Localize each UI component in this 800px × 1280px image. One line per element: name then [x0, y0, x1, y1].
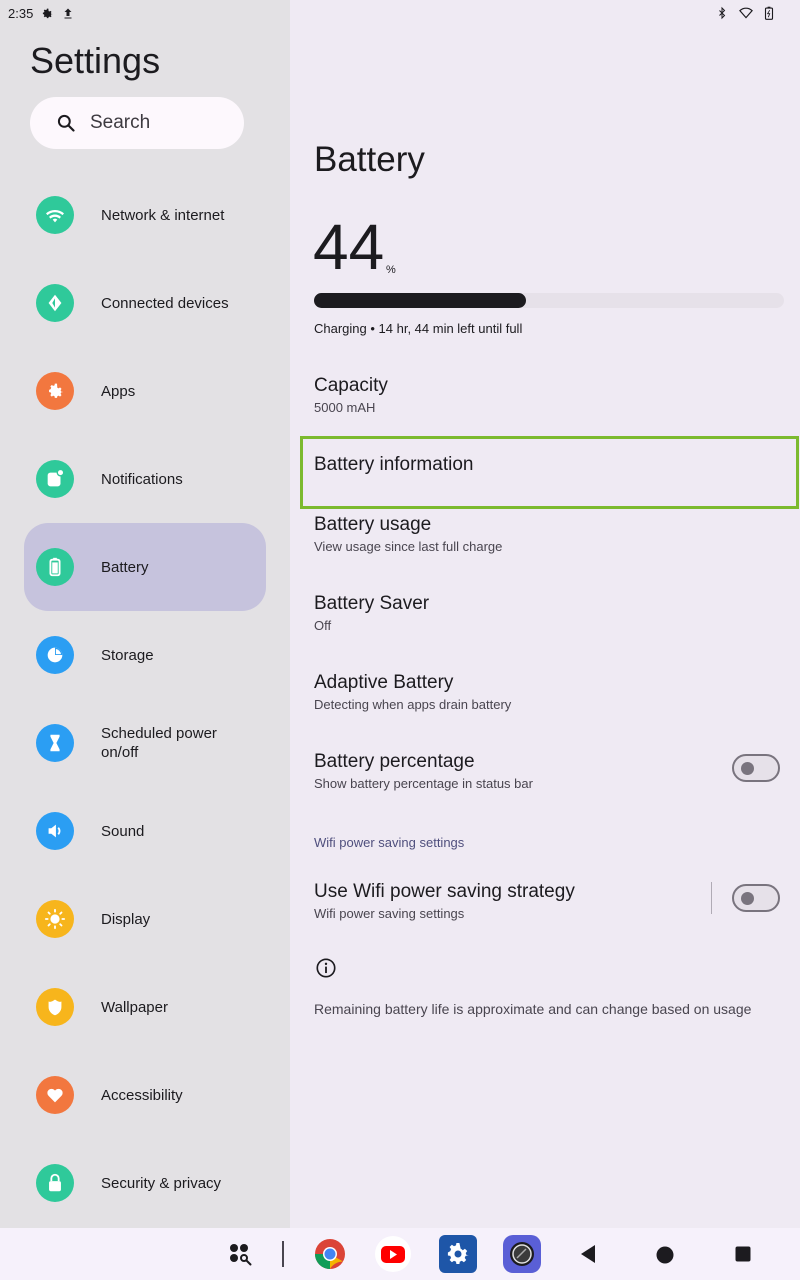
battery-saver-title[interactable]: Battery Saver: [314, 593, 429, 615]
heart-icon: [36, 1076, 74, 1114]
capacity-title: Capacity: [314, 375, 388, 396]
battery-percentage-sub: Show battery percentage in status bar: [314, 776, 533, 791]
capacity-value: 5000 mAH: [314, 400, 376, 415]
taskbar: [0, 1228, 800, 1280]
wifi-power-saving-section-header: Wifi power saving settings: [314, 835, 465, 850]
notifications-icon: [36, 460, 74, 498]
hourglass-icon: [36, 724, 74, 762]
battery-level: 44: [313, 211, 385, 283]
battery-usage-title[interactable]: Battery usage: [314, 514, 431, 536]
nav-item-connected-devices[interactable]: Connected devices: [24, 259, 266, 347]
nav-label-apps: Apps: [101, 383, 136, 400]
search-bar[interactable]: Search: [30, 97, 244, 149]
settings-sidebar: 2:35 Settings Search Network & internet …: [0, 0, 290, 1228]
settings-gear-status-icon: [41, 7, 54, 20]
wallpaper-icon: [36, 988, 74, 1026]
nav-label-display: Display: [101, 911, 151, 928]
nav-item-sound[interactable]: Sound: [24, 787, 266, 875]
nav-item-battery[interactable]: Battery: [24, 523, 266, 611]
app-drawer-search-icon[interactable]: [226, 1240, 256, 1270]
wifi-power-saving-title[interactable]: Use Wifi power saving strategy: [314, 881, 575, 903]
battery-usage-sub: View usage since last full charge: [314, 539, 503, 554]
nav-label-battery: Battery: [101, 559, 149, 576]
info-icon: [315, 957, 337, 984]
nav-item-storage[interactable]: Storage: [24, 611, 266, 699]
lock-icon: [36, 1164, 74, 1202]
toggle-knob: [741, 762, 754, 775]
chrome-icon[interactable]: [311, 1235, 349, 1273]
recents-nav-icon[interactable]: [731, 1242, 755, 1266]
nav-item-notifications[interactable]: Notifications: [24, 435, 266, 523]
nav-label-accessibility: Accessibility: [101, 1087, 183, 1104]
nav-item-accessibility[interactable]: Accessibility: [24, 1051, 266, 1139]
status-time: 2:35: [8, 6, 34, 21]
nav-label-connected-devices: Connected devices: [101, 295, 229, 312]
status-bar-left: 2:35: [8, 6, 74, 21]
youtube-icon[interactable]: [373, 1235, 413, 1273]
nav-label-storage: Storage: [101, 647, 154, 664]
nav-label-security: Security & privacy: [101, 1175, 222, 1192]
status-bar-right: [716, 6, 774, 20]
home-nav-icon[interactable]: [652, 1242, 678, 1268]
nav-label-notifications: Notifications: [101, 471, 183, 488]
nav-label-scheduled-power: Scheduled power on/off: [101, 725, 217, 761]
search-label: Search: [90, 112, 151, 133]
battery-information-title[interactable]: Battery information: [314, 454, 473, 476]
search-icon: [57, 114, 75, 132]
settings-title: Settings: [30, 40, 161, 81]
upload-status-icon: [62, 7, 74, 20]
back-nav-icon[interactable]: [576, 1240, 600, 1268]
nav-item-security[interactable]: Security & privacy: [24, 1139, 266, 1227]
connected-devices-icon: [36, 284, 74, 322]
charging-status: Charging • 14 hr, 44 min left until full: [314, 321, 523, 336]
wifi-power-saving-sub: Wifi power saving settings: [314, 906, 465, 921]
brightness-icon: [36, 900, 74, 938]
nav-item-display[interactable]: Display: [24, 875, 266, 963]
nav-item-apps[interactable]: Apps: [24, 347, 266, 435]
battery-saver-sub: Off: [314, 618, 332, 633]
nav-item-network[interactable]: Network & internet: [24, 171, 266, 259]
battery-level-bar: [314, 293, 784, 308]
nav-label-wallpaper: Wallpaper: [101, 999, 168, 1016]
nav-item-wallpaper[interactable]: Wallpaper: [24, 963, 266, 1051]
battery-level-bar-fill: [314, 293, 526, 308]
adaptive-battery-sub: Detecting when apps drain battery: [314, 697, 512, 712]
battery-percentage-title[interactable]: Battery percentage: [314, 751, 475, 773]
storage-pie-icon: [36, 636, 74, 674]
wifi-icon: [36, 196, 74, 234]
nav-item-scheduled-power[interactable]: Scheduled power on/off: [24, 699, 266, 787]
apps-gear-icon: [36, 372, 74, 410]
adaptive-battery-title[interactable]: Adaptive Battery: [314, 672, 453, 694]
wifi-power-saving-toggle[interactable]: [732, 884, 780, 912]
bluetooth-icon: [716, 6, 728, 20]
speaker-icon: [36, 812, 74, 850]
battery-icon: [36, 548, 74, 586]
settings-app-icon[interactable]: [438, 1234, 478, 1274]
taskbar-divider: [282, 1241, 284, 1267]
camera-app-icon[interactable]: [502, 1234, 542, 1274]
page-title: Battery: [314, 140, 425, 179]
battery-percentage-toggle[interactable]: [732, 754, 780, 782]
battery-footer-note: Remaining battery life is approximate an…: [314, 1001, 752, 1017]
nav-label-sound: Sound: [101, 823, 145, 840]
nav-label-network: Network & internet: [101, 207, 225, 224]
toggle-divider: [711, 882, 712, 914]
toggle-knob: [741, 892, 754, 905]
wifi-status-icon: [738, 6, 754, 20]
battery-level-unit: %: [386, 264, 396, 276]
battery-status-icon: [764, 6, 774, 20]
